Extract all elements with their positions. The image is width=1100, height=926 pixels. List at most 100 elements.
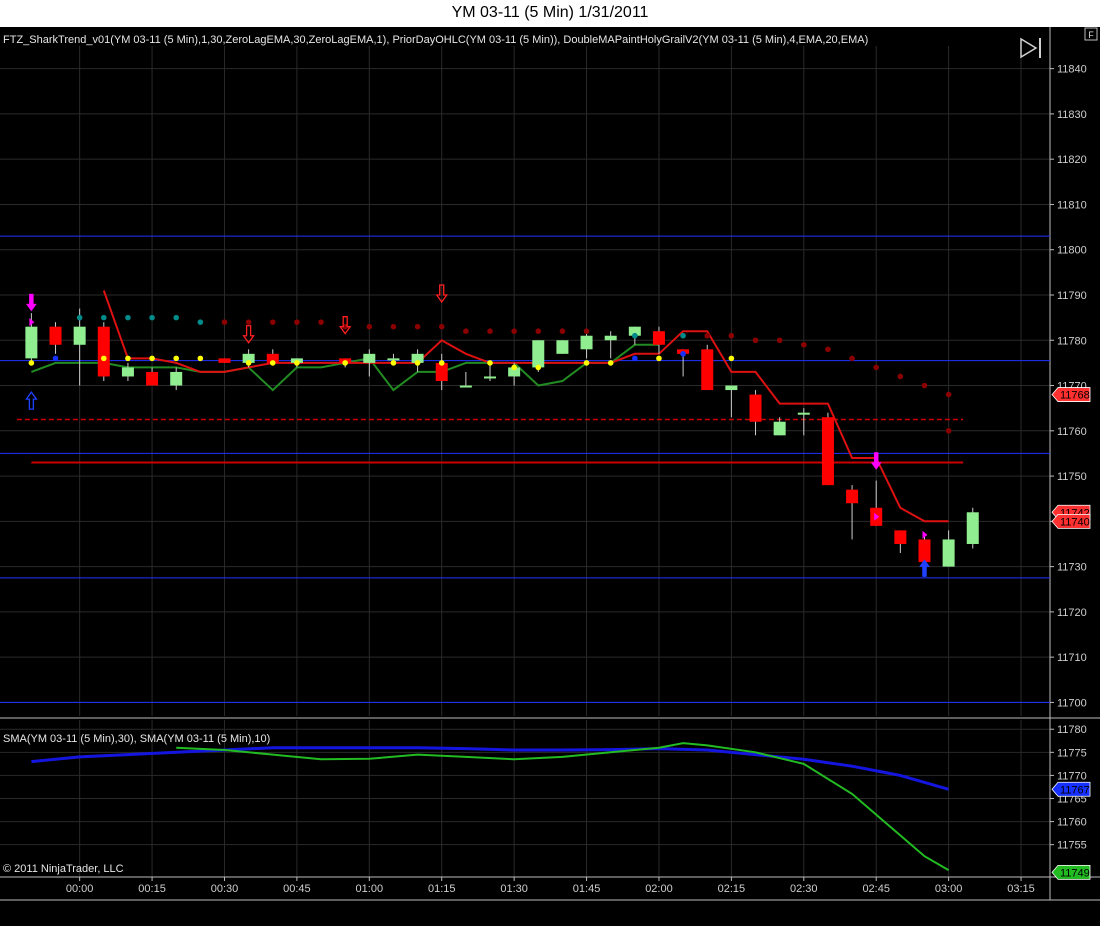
y-tick-label: 11830 <box>1057 109 1087 121</box>
dark-red-dot <box>559 328 566 335</box>
dark-red-dot <box>704 332 711 339</box>
bull-candle <box>484 376 496 379</box>
bear-candle <box>218 358 231 363</box>
x-tick-label: 00:30 <box>211 883 239 895</box>
sma-y-tick-label: 11755 <box>1057 840 1087 852</box>
bull-candle <box>556 340 569 354</box>
y-tick-label: 11800 <box>1057 245 1087 257</box>
y-tick-label: 11720 <box>1057 607 1087 619</box>
x-tick-label: 02:00 <box>645 883 673 895</box>
yellow-dot <box>535 364 542 371</box>
bear-candle <box>652 331 665 345</box>
bull-candle <box>170 371 183 386</box>
dark-red-dot <box>221 319 228 325</box>
dark-red-dot <box>390 323 397 330</box>
bull-candle <box>25 326 38 359</box>
y-tick-label: 11820 <box>1057 154 1087 166</box>
window-title-bar: YM 03-11 (5 Min) 1/31/2011 <box>0 0 1100 27</box>
bear-candle <box>821 417 834 486</box>
sma-y-tick-label: 11780 <box>1057 724 1087 736</box>
dark-red-dot <box>752 337 759 344</box>
bear-candle <box>701 349 714 391</box>
teal-dot <box>632 332 638 339</box>
x-tick-label: 00:45 <box>283 883 311 895</box>
yellow-dot <box>197 355 204 362</box>
yellow-dot <box>269 360 276 366</box>
dark-red-dot <box>945 391 952 398</box>
x-tick-label: 02:30 <box>790 883 818 895</box>
bull-candle <box>797 412 810 415</box>
yellow-dot <box>511 364 517 371</box>
yellow-dot <box>149 355 155 362</box>
price-marker: 11767 <box>1051 781 1091 797</box>
chart-area[interactable]: 00:00 00:15 00:30 00:45 01:00 01:15 01:30 01:45… <box>0 27 1100 921</box>
dark-red-dot <box>776 337 783 344</box>
dark-red-dot <box>849 355 855 362</box>
bull-candle <box>580 335 593 350</box>
bull-candle <box>725 385 738 391</box>
blue-dot <box>632 355 638 362</box>
price-marker: 11740 <box>1051 513 1091 529</box>
bear-candle <box>146 371 159 386</box>
bear-candle <box>846 489 859 504</box>
teal-dot <box>76 314 83 321</box>
y-tick-label: 11730 <box>1057 562 1087 574</box>
x-tick-label: 03:15 <box>1007 883 1035 895</box>
bull-candle <box>532 340 545 368</box>
bull-candle <box>942 539 955 567</box>
dark-red-dot <box>414 323 421 330</box>
price-marker-label: 11768 <box>1060 390 1090 402</box>
bull-candle <box>966 512 979 544</box>
dark-red-dot <box>294 319 300 325</box>
bull-candle <box>363 353 376 363</box>
dark-red-dot <box>487 328 493 335</box>
copyright-text: © 2011 NinjaTrader, LLC <box>3 863 124 875</box>
teal-dot <box>100 314 107 321</box>
bear-candle <box>894 530 907 544</box>
bear-candle <box>49 326 62 345</box>
bear-candle <box>749 394 762 422</box>
dark-red-dot <box>511 328 517 335</box>
yellow-dot <box>438 360 445 366</box>
yellow-dot <box>390 360 397 366</box>
price-marker: 11749 <box>1051 864 1091 880</box>
price-marker-label: 11740 <box>1060 516 1090 528</box>
corner-button[interactable]: F <box>1084 27 1098 41</box>
y-tick-label: 11780 <box>1057 335 1087 347</box>
price-chart-svg[interactable]: 00:00 00:15 00:30 00:45 01:00 01:15 01:30 01:45… <box>0 27 1100 921</box>
yellow-dot <box>245 360 252 366</box>
dark-red-dot <box>318 319 324 325</box>
y-tick-label: 11760 <box>1057 426 1087 438</box>
x-tick-label: 00:15 <box>138 883 166 895</box>
y-tick-label: 11810 <box>1057 199 1087 211</box>
bull-candle <box>604 335 617 341</box>
x-tick-label: 02:15 <box>718 883 746 895</box>
corner-button-label: F <box>1088 30 1094 40</box>
yellow-dot <box>100 355 107 362</box>
dark-red-dot <box>366 323 373 330</box>
sma-y-tick-label: 11760 <box>1057 817 1087 829</box>
bull-candle <box>73 326 86 345</box>
sma-y-tick-label: 11770 <box>1057 770 1087 782</box>
blue-dot <box>680 351 686 357</box>
dark-red-dot <box>583 328 590 335</box>
dark-red-dot <box>873 364 880 371</box>
x-tick-label: 03:00 <box>935 883 963 895</box>
bear-candle <box>97 326 110 377</box>
teal-dot <box>680 332 686 339</box>
price-marker-label: 11767 <box>1060 784 1090 796</box>
yellow-dot <box>294 360 300 366</box>
x-tick-label: 02:45 <box>862 883 890 895</box>
price-marker: 11768 <box>1051 387 1091 402</box>
bull-candle <box>387 358 400 361</box>
x-tick-label: 01:30 <box>500 883 528 895</box>
x-tick-label: 01:00 <box>356 883 384 895</box>
yellow-dot <box>607 360 614 366</box>
dark-red-dot <box>800 341 807 348</box>
yellow-dot <box>342 360 348 366</box>
bear-candle <box>918 539 931 563</box>
dark-red-dot <box>945 427 952 434</box>
y-tick-label: 11750 <box>1057 471 1087 483</box>
y-tick-label: 11710 <box>1057 652 1087 664</box>
dark-red-dot <box>921 382 928 389</box>
